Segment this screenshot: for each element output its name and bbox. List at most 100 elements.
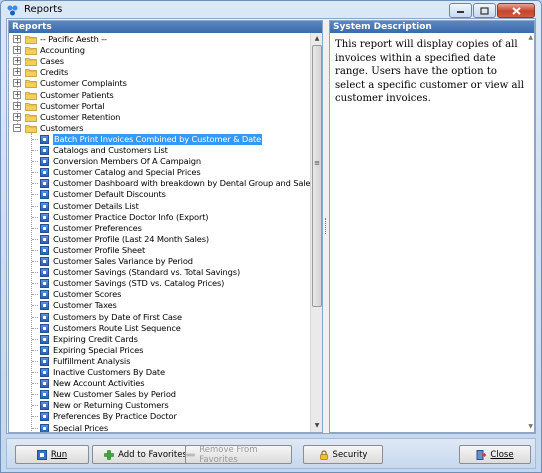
scrollbar-grip-icon: ≡	[314, 159, 320, 167]
report-label: Batch Print Invoices Combined by Custome…	[53, 133, 263, 145]
report-label: Customer Profile (Last 24 Month Sales)	[53, 233, 209, 244]
tree-report-row[interactable]: Inactive Customers By Date	[9, 367, 309, 378]
folder-icon	[25, 35, 37, 44]
reports-pane-header: Reports	[9, 21, 322, 33]
report-icon	[40, 345, 49, 355]
report-icon	[40, 245, 49, 255]
tree-report-row[interactable]: Customer Default Discounts	[9, 189, 309, 200]
client-area: Reports + -- Pacific Aesth -- + Accounting +…	[6, 18, 536, 434]
tree-folder-row[interactable]: + Credits	[9, 67, 309, 78]
expand-icon[interactable]: +	[13, 68, 21, 77]
maximize-button[interactable]	[473, 3, 496, 18]
tree-branch-line	[32, 305, 38, 307]
report-label: Customer Scores	[53, 289, 122, 300]
scroll-down-arrow-icon[interactable]: ▼	[312, 421, 322, 431]
remove-from-favorites-button[interactable]: Remove From Favorites	[185, 444, 292, 465]
splitter-grip-icon	[325, 218, 327, 234]
tree-branch-line	[32, 294, 38, 296]
tree-report-row[interactable]: Customer Practice Doctor Info (Export)	[9, 212, 309, 223]
tree-report-row[interactable]: Customers by Date of First Case	[9, 312, 309, 323]
tree-report-row[interactable]: New Account Activities	[9, 378, 309, 389]
run-label: Run	[50, 449, 68, 460]
remove-from-favorites-label: Remove From Favorites	[199, 444, 258, 465]
report-label: New Account Activities	[53, 378, 145, 389]
tree-report-row[interactable]: Customers Route List Sequence	[9, 323, 309, 334]
expand-icon[interactable]: +	[13, 79, 21, 88]
folder-label: Cases	[40, 56, 64, 67]
tree-report-row[interactable]: Customer Catalog and Special Prices	[9, 167, 309, 178]
scrollbar-thumb[interactable]	[312, 45, 322, 307]
maximize-icon	[480, 6, 489, 15]
tree-report-row[interactable]: New or Returning Customers	[9, 400, 309, 411]
tree-branch-line	[32, 316, 38, 318]
expand-icon[interactable]: +	[13, 90, 21, 99]
tree-folder-row[interactable]: − Customers	[9, 123, 309, 134]
report-label: Customers Route List Sequence	[53, 322, 181, 333]
report-icon	[40, 201, 49, 211]
tree-folder-row[interactable]: + Customer Portal	[9, 101, 309, 112]
security-button[interactable]: Security	[303, 445, 383, 464]
close-button[interactable]: Close	[459, 445, 531, 464]
report-icon	[40, 190, 49, 200]
tree-branch-line	[32, 349, 38, 351]
tree-folder-row[interactable]: + Customer Retention	[9, 112, 309, 123]
report-icon	[40, 290, 49, 300]
exit-door-icon	[476, 449, 487, 460]
tree-report-row[interactable]: Customer Profile Sheet	[9, 245, 309, 256]
tree-report-row[interactable]: Customer Sales Variance by Period	[9, 256, 309, 267]
scroll-up-arrow-icon[interactable]: ▲	[312, 34, 322, 44]
expand-icon[interactable]: +	[13, 57, 21, 66]
report-label: New or Returning Customers	[53, 400, 169, 411]
tree-report-row[interactable]: Batch Print Invoices Combined by Custome…	[9, 133, 309, 145]
add-to-favorites-button[interactable]: Add to Favorites	[92, 445, 199, 464]
tree-report-row[interactable]: Expiring Special Prices	[9, 345, 309, 356]
description-scroll-down-icon[interactable]: ▼	[528, 423, 533, 430]
tree-folder-row[interactable]: + Customer Patients	[9, 90, 309, 101]
tree-folder-row[interactable]: + Customer Complaints	[9, 78, 309, 89]
report-icon	[40, 279, 49, 289]
report-icon	[40, 368, 49, 377]
tree-vertical-scrollbar[interactable]: ▲ ≡ ▼	[310, 33, 322, 432]
collapse-icon[interactable]: −	[13, 123, 21, 132]
description-scroll-up-icon[interactable]: ▲	[528, 34, 533, 41]
minimize-button[interactable]	[449, 3, 472, 18]
tree-report-row[interactable]: New Customer Sales by Period	[9, 389, 309, 400]
expand-icon[interactable]: +	[13, 112, 21, 121]
report-label: Customer Savings (STD vs. Catalog Prices…	[53, 278, 225, 289]
tree-report-row[interactable]: Customer Preferences	[9, 223, 309, 234]
expand-icon[interactable]: +	[13, 101, 21, 110]
tree-report-row[interactable]: Expiring Credit Cards	[9, 334, 309, 345]
run-icon	[36, 449, 47, 460]
tree-report-row[interactable]: Fulfillment Analysis	[9, 356, 309, 367]
expand-icon[interactable]: +	[13, 35, 21, 43]
tree-report-row[interactable]: Customer Taxes	[9, 300, 309, 311]
remove-minus-icon	[186, 453, 195, 456]
tree-report-row[interactable]: Customer Savings (STD vs. Catalog Prices…	[9, 278, 309, 289]
tree-report-row[interactable]: Customer Dashboard with breakdown by Den…	[9, 178, 311, 189]
tree-branch-line	[32, 416, 38, 418]
tree-report-row[interactable]: Catalogs and Customers List	[9, 145, 309, 156]
tree-report-row[interactable]: Special Prices	[9, 423, 309, 432]
tree-report-row[interactable]: Customer Scores	[9, 289, 309, 300]
report-icon	[40, 379, 49, 389]
tree-report-row[interactable]: Customer Profile (Last 24 Month Sales)	[9, 234, 309, 245]
folder-icon	[25, 91, 37, 100]
run-button[interactable]: Run	[15, 445, 89, 464]
folder-label: Accounting	[40, 45, 85, 56]
tree-folder-row[interactable]: + Accounting	[9, 45, 309, 56]
expand-icon[interactable]: +	[13, 46, 21, 55]
report-icon	[40, 423, 49, 432]
tree-report-row[interactable]: Preferences By Practice Doctor	[9, 411, 309, 422]
tree-report-row[interactable]: Customer Details List	[9, 201, 309, 212]
report-icon	[40, 257, 49, 266]
report-label: Conversion Members Of A Campaign	[53, 156, 201, 167]
tree-folder-row[interactable]: + Cases	[9, 56, 309, 67]
report-icon	[40, 212, 49, 222]
padlock-icon	[319, 449, 328, 460]
reports-tree[interactable]: + -- Pacific Aesth -- + Accounting + Cases + Cr…	[9, 33, 311, 432]
tree-report-row[interactable]: Customer Savings (Standard vs. Total Sav…	[9, 267, 309, 278]
folder-label: Customer Patients	[40, 89, 114, 100]
close-window-button[interactable]	[497, 3, 535, 18]
tree-report-row[interactable]: Conversion Members Of A Campaign	[9, 156, 309, 167]
tree-folder-row[interactable]: + -- Pacific Aesth --	[9, 34, 309, 45]
